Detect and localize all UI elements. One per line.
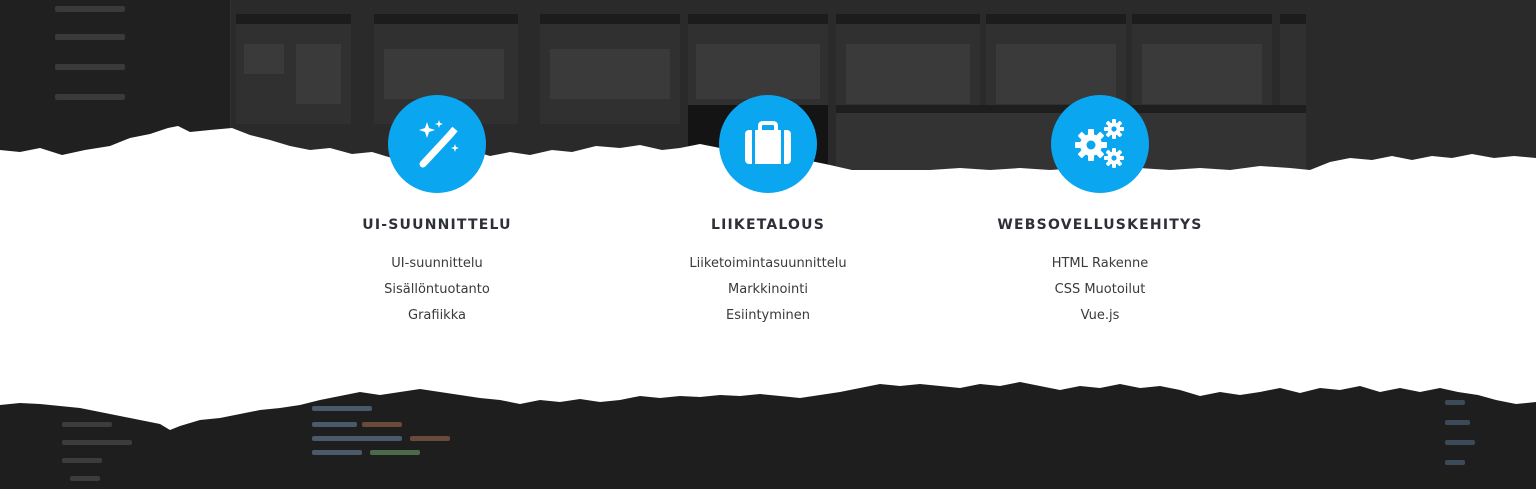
- list-item: Vue.js: [1080, 308, 1120, 323]
- feature-list: UI-suunnittelu Sisällöntuotanto Grafiikk…: [287, 251, 587, 329]
- list-item: Liiketoimintasuunnittelu: [689, 256, 847, 271]
- feature-title: LIIKETALOUS: [710, 217, 826, 233]
- list-item: Grafiikka: [408, 308, 466, 323]
- magic-wand-icon: [388, 95, 486, 193]
- feature-list: HTML Rakenne CSS Muotoilut Vue.js: [950, 251, 1250, 329]
- list-item: Sisällöntuotanto: [384, 282, 490, 297]
- feature-web-development: WEBSOVELLUSKEHITYS HTML Rakenne CSS Muot…: [950, 95, 1250, 329]
- feature-title: WEBSOVELLUSKEHITYS: [997, 217, 1203, 233]
- list-item: Markkinointi: [728, 282, 808, 297]
- feature-business: LIIKETALOUS Liiketoimintasuunnittelu Mar…: [618, 95, 918, 329]
- gears-icon: [1051, 95, 1149, 193]
- list-item: UI-suunnittelu: [391, 256, 483, 271]
- feature-list: Liiketoimintasuunnittelu Markkinointi Es…: [618, 251, 918, 329]
- feature-ui-design: UI-SUUNNITTELU UI-suunnittelu Sisällöntu…: [287, 95, 587, 329]
- list-item: Esiintyminen: [726, 308, 810, 323]
- list-item: CSS Muotoilut: [1054, 282, 1146, 297]
- feature-title: UI-SUUNNITTELU: [362, 217, 512, 233]
- list-item: HTML Rakenne: [1051, 256, 1149, 271]
- briefcase-icon: [719, 95, 817, 193]
